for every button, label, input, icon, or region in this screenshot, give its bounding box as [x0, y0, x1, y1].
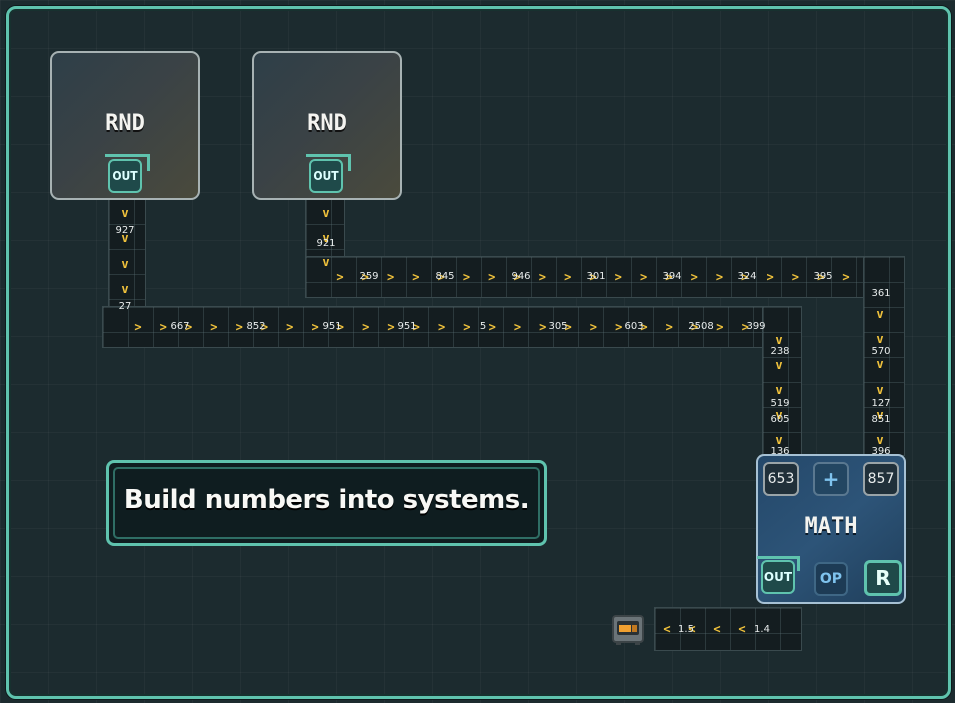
belt-number: 852: [246, 321, 266, 332]
game-board: v v v v v v v > > > > > > > > > > > > > > > > > > > > > > > > > > > > > > > > >…: [0, 0, 955, 703]
belt-number: 238: [770, 346, 790, 357]
belt-arrow: <: [663, 622, 671, 636]
belt-arrow: >: [311, 320, 319, 334]
rnd-node-2[interactable]: RND OUT: [252, 51, 402, 200]
belt-arrow: v: [876, 383, 884, 397]
math-operator[interactable]: +: [813, 462, 849, 496]
belt-arrow: <: [738, 622, 746, 636]
belt-arrow: <: [713, 622, 721, 636]
belt-number: 951: [397, 321, 417, 332]
belt-arrow: >: [412, 270, 420, 284]
rnd-out-port[interactable]: OUT: [108, 159, 142, 193]
math-node[interactable]: 653 + 857 MATH OUT OP R: [756, 454, 906, 604]
belt-arrow: >: [386, 270, 395, 284]
belt-number: 605: [770, 414, 790, 425]
belt-number: 127: [871, 398, 891, 409]
belt-number: 570: [871, 346, 891, 357]
belt-arrow: >: [286, 320, 294, 334]
belt-arrow: >: [513, 320, 522, 334]
belt-arrow: >: [488, 320, 496, 334]
belt-arrow: >: [362, 320, 370, 334]
belt-arrow: v: [876, 332, 884, 346]
belt-arrow: v: [775, 433, 783, 447]
math-r-button[interactable]: R: [864, 560, 902, 596]
belt-arrow: >: [766, 270, 774, 284]
belt-number: 395: [813, 271, 833, 282]
rnd-node-1[interactable]: RND OUT: [50, 51, 200, 200]
belt-arrow: >: [462, 270, 471, 284]
belt-number: 927: [115, 225, 135, 236]
belt-arrow: v: [876, 433, 884, 447]
rnd-node-title: RND: [307, 111, 347, 136]
belt-bottom-row[interactable]: [654, 607, 802, 651]
belt-arrow: v: [322, 255, 330, 269]
belt-arrow: >: [589, 320, 598, 334]
belt-arrow: v: [876, 307, 884, 321]
belt-arrow: v: [121, 257, 129, 271]
belt-arrow: >: [665, 320, 673, 334]
belt-arrow: >: [538, 270, 547, 284]
storage-crate-icon[interactable]: [612, 614, 644, 646]
belt-arrow: >: [615, 320, 623, 334]
belt-number: 951: [322, 321, 342, 332]
math-node-title: MATH: [804, 514, 858, 539]
belt-number: 603: [624, 321, 644, 332]
belt-arrow: v: [876, 357, 884, 371]
belt-arrow: >: [614, 270, 622, 284]
belt-arrow: >: [690, 270, 698, 284]
belt-arrow: >: [437, 320, 446, 334]
belt-arrow: >: [564, 270, 572, 284]
belt-arrow: >: [639, 270, 648, 284]
out-bracket: [757, 556, 800, 571]
belt-arrow: v: [775, 333, 783, 347]
math-right-operand: 857: [863, 462, 899, 496]
belt-arrow: >: [463, 320, 471, 334]
belt-number: 946: [511, 271, 531, 282]
banner-text: Build numbers into systems.: [123, 485, 530, 515]
math-left-operand: 653: [763, 462, 799, 496]
belt-arrow: v: [775, 358, 783, 372]
belt-number: 921: [316, 238, 336, 249]
belt-arrow: >: [716, 320, 724, 334]
belt-arrow: >: [210, 320, 218, 334]
belt-arrow: >: [842, 270, 850, 284]
belt-number: 1.5: [678, 624, 694, 635]
belt-number: 5: [479, 321, 487, 332]
belt-number: 399: [746, 321, 766, 332]
belt-number: 845: [435, 271, 455, 282]
belt-arrow: v: [121, 206, 129, 220]
belt-number: 305: [548, 321, 568, 332]
belt-number: 259: [359, 271, 379, 282]
belt-arrow: >: [336, 270, 344, 284]
belt-number: 301: [586, 271, 606, 282]
belt-number: 2508: [688, 321, 714, 332]
belt-arrow: >: [715, 270, 724, 284]
belt-arrow: v: [121, 282, 129, 296]
belt-number: 394: [662, 271, 682, 282]
belt-arrow: v: [775, 383, 783, 397]
belt-arrow: >: [134, 320, 142, 334]
belt-number: 1.4: [754, 624, 770, 635]
belt-arrow: v: [322, 206, 330, 220]
belt-arrow: >: [488, 270, 496, 284]
belt-number: 667: [170, 321, 190, 332]
belt-number: 361: [871, 288, 891, 299]
belt-arrow: >: [235, 320, 243, 334]
belt-arrow: >: [791, 270, 800, 284]
belt-number: 324: [737, 271, 757, 282]
belt-number: 851: [871, 414, 891, 425]
belt-number: 519: [770, 398, 790, 409]
belt-arrow: >: [539, 320, 547, 334]
math-op-button[interactable]: OP: [814, 562, 848, 596]
belt-number: 27: [118, 301, 132, 312]
rnd-out-port[interactable]: OUT: [309, 159, 343, 193]
rnd-node-title: RND: [105, 111, 145, 136]
belt-arrow: >: [159, 320, 167, 334]
tutorial-banner: Build numbers into systems.: [106, 460, 547, 546]
belt-arrow: >: [387, 320, 395, 334]
